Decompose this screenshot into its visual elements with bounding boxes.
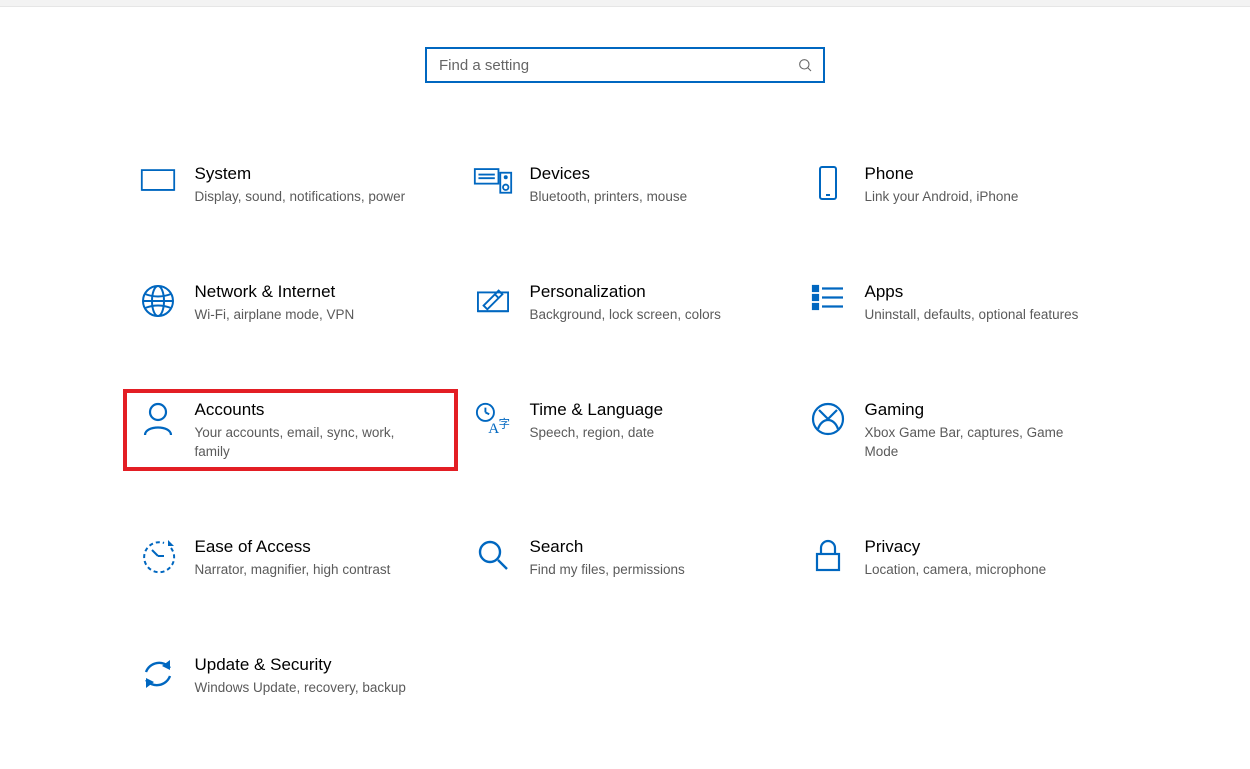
tile-title: Privacy [865,536,1047,558]
tile-desc: Speech, region, date [530,423,664,442]
tile-title: Ease of Access [195,536,391,558]
tile-title: System [195,163,406,185]
tile-title: Time & Language [530,399,664,421]
globe-icon [135,281,181,319]
window-top-border [0,0,1250,7]
tile-desc: Narrator, magnifier, high contrast [195,560,391,579]
tile-desc: Bluetooth, printers, mouse [530,187,688,206]
tile-phone[interactable]: Phone Link your Android, iPhone [793,153,1128,216]
tile-desc: Background, lock screen, colors [530,305,721,324]
keyboard-speaker-icon [470,163,516,195]
tile-title: Search [530,536,685,558]
tile-desc: Uninstall, defaults, optional features [865,305,1079,324]
phone-icon [805,163,851,201]
magnifier-icon [470,536,516,572]
tile-update-security[interactable]: Update & Security Windows Update, recove… [123,644,458,707]
tile-desc: Display, sound, notifications, power [195,187,406,206]
display-icon [135,163,181,195]
tile-system[interactable]: System Display, sound, notifications, po… [123,153,458,216]
ease-of-access-icon [135,536,181,574]
tile-time-language[interactable]: A 字 Time & Language Speech, region, date [458,389,793,471]
tile-title: Devices [530,163,688,185]
tile-desc: Find my files, permissions [530,560,685,579]
svg-text:字: 字 [498,417,509,431]
tile-title: Gaming [865,399,1085,421]
tile-personalization[interactable]: Personalization Background, lock screen,… [458,271,793,334]
search-input[interactable] [437,56,771,75]
tile-title: Personalization [530,281,721,303]
tile-title: Phone [865,163,1019,185]
tile-gaming[interactable]: Gaming Xbox Game Bar, captures, Game Mod… [793,389,1128,471]
tile-privacy[interactable]: Privacy Location, camera, microphone [793,526,1128,589]
settings-grid: System Display, sound, notifications, po… [123,153,1128,707]
list-icon [805,281,851,313]
tile-devices[interactable]: Devices Bluetooth, printers, mouse [458,153,793,216]
lock-icon [805,536,851,574]
svg-text:A: A [488,420,499,437]
tile-desc: Your accounts, email, sync, work, family [195,423,415,461]
tile-title: Apps [865,281,1079,303]
tile-ease-of-access[interactable]: Ease of Access Narrator, magnifier, high… [123,526,458,589]
tile-title: Accounts [195,399,415,421]
tile-title: Network & Internet [195,281,355,303]
tile-accounts[interactable]: Accounts Your accounts, email, sync, wor… [123,389,458,471]
tile-desc: Location, camera, microphone [865,560,1047,579]
search-box[interactable] [425,47,825,83]
tile-desc: Link your Android, iPhone [865,187,1019,206]
tile-desc: Xbox Game Bar, captures, Game Mode [865,423,1085,461]
tile-title: Update & Security [195,654,406,676]
tile-search[interactable]: Search Find my files, permissions [458,526,793,589]
search-icon [797,57,813,73]
tile-desc: Windows Update, recovery, backup [195,678,406,697]
tile-network[interactable]: Network & Internet Wi-Fi, airplane mode,… [123,271,458,334]
tile-desc: Wi-Fi, airplane mode, VPN [195,305,355,324]
sync-icon [135,654,181,692]
tile-apps[interactable]: Apps Uninstall, defaults, optional featu… [793,271,1128,334]
paintbrush-icon [470,281,516,315]
xbox-icon [805,399,851,437]
time-language-icon: A 字 [470,399,516,437]
person-icon [135,399,181,437]
